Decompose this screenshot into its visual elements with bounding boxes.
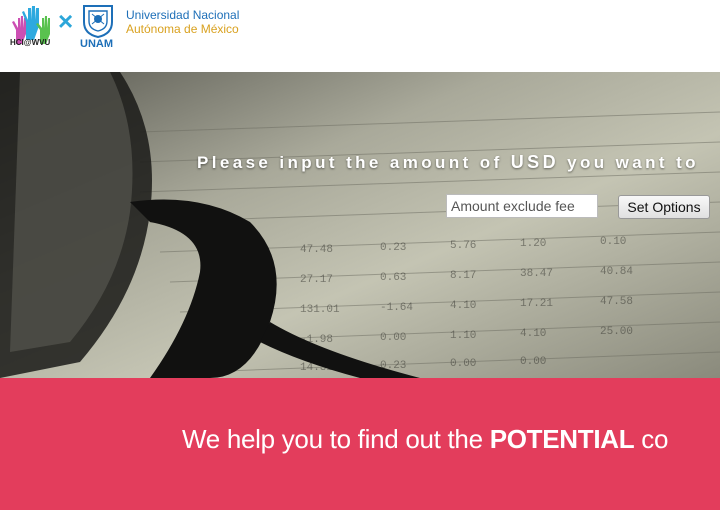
svg-text:47.58: 47.58 [600,296,633,308]
svg-text:0.00: 0.00 [520,356,546,368]
separator-x-icon: × [58,6,74,36]
tagline-banner: We help you to find out the POTENTIAL co [0,378,720,510]
amount-input[interactable] [446,194,598,218]
svg-text:1.10: 1.10 [450,330,476,342]
hci-logo-text: HCI@WVU [10,38,51,47]
svg-text:0.00: 0.00 [380,332,406,344]
tagline-emphasis: POTENTIAL [489,424,635,454]
tagline-prefix: We help you to find out the [182,424,483,454]
svg-text:38.47: 38.47 [520,268,553,280]
unam-seal-icon [83,5,113,38]
svg-text:131.01: 131.01 [300,304,340,316]
svg-text:0.23: 0.23 [380,242,406,254]
tagline-text: We help you to find out the POTENTIAL co [182,424,668,455]
glasses-spreadsheet-background-image: 47.48 0.23 5.76 1.20 0.10 27.17 0.63 8.17 38.47… [0,72,720,378]
svg-text:0.10: 0.10 [600,236,626,248]
svg-text:8.17: 8.17 [450,270,476,282]
svg-text:0.63: 0.63 [380,272,406,284]
svg-text:1.20: 1.20 [520,238,546,250]
prompt-prefix: Please input the amount of [197,153,503,172]
svg-text:4.10: 4.10 [450,300,476,312]
tagline-suffix: co [641,424,669,454]
svg-text:25.00: 25.00 [600,326,633,338]
svg-text:40.84: 40.84 [600,266,633,278]
hero-section: 47.48 0.23 5.76 1.20 0.10 27.17 0.63 8.17 38.47… [0,72,720,378]
prompt-currency: USD [510,152,559,172]
university-name-line-2: Autónoma de México [126,22,239,36]
svg-text:27.17: 27.17 [300,274,333,286]
svg-text:47.48: 47.48 [300,244,333,256]
svg-text:17.21: 17.21 [520,298,553,310]
svg-text:0.00: 0.00 [450,358,476,370]
unam-logo-text: UNAM [80,38,113,50]
university-name-line-1: Universidad Nacional [126,8,240,22]
amount-prompt-text: Please input the amount of USD you want … [197,152,699,173]
svg-text:-1.64: -1.64 [380,302,413,314]
set-options-button[interactable]: Set Options [618,195,710,219]
svg-text:5.76: 5.76 [450,240,476,252]
prompt-suffix: you want to [567,153,699,172]
svg-text:4.10: 4.10 [520,328,546,340]
site-header: HCI@WVU × UNAM Universidad Nacional Autó… [0,0,720,72]
